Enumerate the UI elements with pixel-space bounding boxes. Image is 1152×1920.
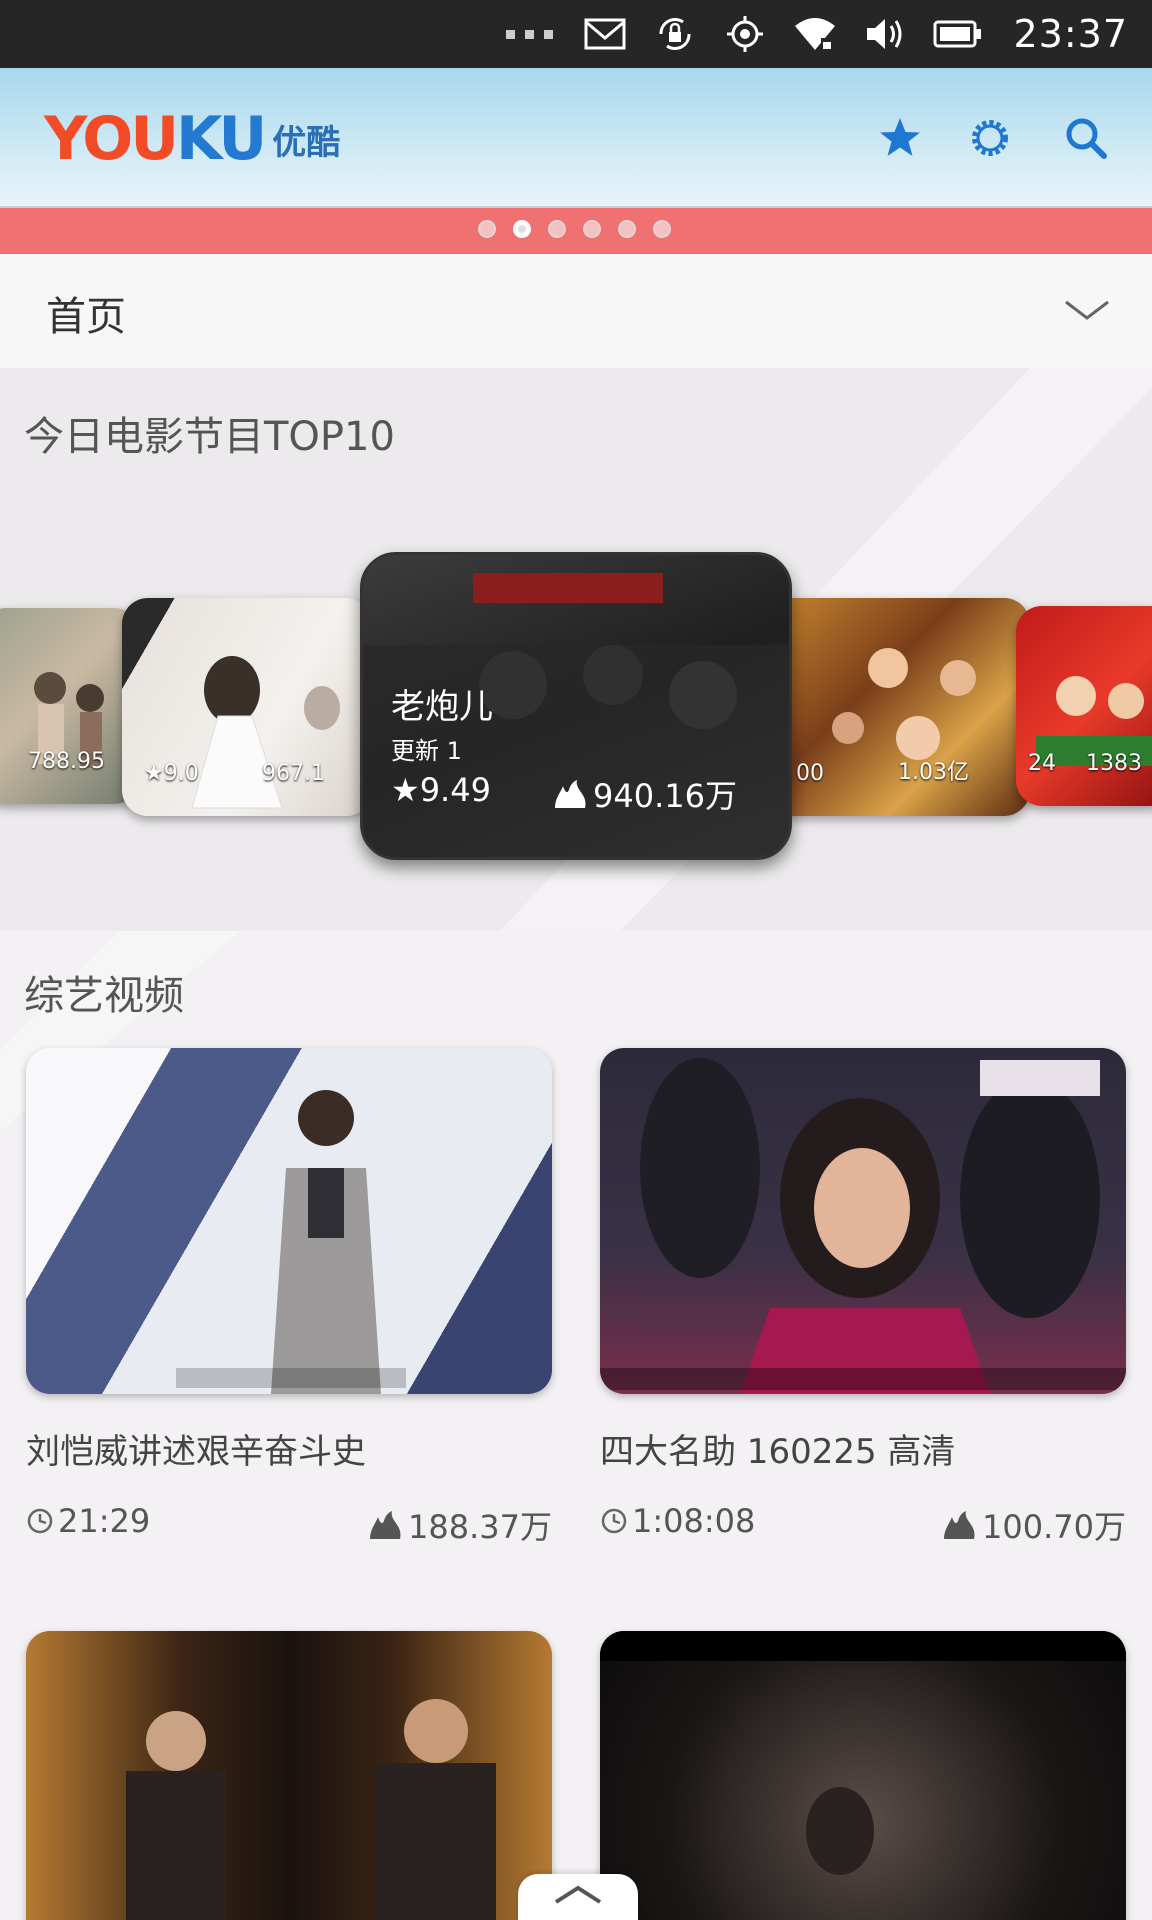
movie-poster[interactable]: 788.95 — [0, 608, 140, 804]
video-card[interactable]: 四大名助 160225 高清 1:08:08 100.70万 — [600, 1048, 1126, 1568]
pager-dot[interactable] — [618, 220, 636, 238]
screen-rotation-lock-icon — [659, 18, 691, 50]
movie-poster[interactable]: 00 1.03亿 — [768, 598, 1030, 816]
clock-icon — [27, 1508, 53, 1534]
poster-views: 967.1 — [262, 761, 325, 786]
promo-banner[interactable] — [0, 208, 1152, 254]
wifi-icon — [795, 18, 836, 50]
chevron-up-icon — [554, 1885, 602, 1904]
clock-icon — [601, 1508, 627, 1534]
video-views: 188.37万 — [408, 1508, 552, 1546]
video-views: 100.70万 — [982, 1508, 1126, 1546]
video-thumbnail[interactable] — [600, 1048, 1126, 1394]
flame-views-icon — [555, 780, 586, 808]
overflow-dots-icon — [506, 29, 554, 39]
pager-dot-active[interactable] — [513, 220, 531, 238]
flame-views-icon — [944, 1511, 975, 1539]
movie-poster[interactable]: 24 1383 — [1016, 606, 1152, 806]
video-thumbnail[interactable] — [600, 1631, 1126, 1920]
video-duration: 21:29 — [58, 1502, 151, 1540]
featured-title: 老炮儿 — [391, 687, 493, 727]
poster-views: 1383 — [1086, 751, 1142, 776]
movie-poster[interactable]: ★9.0 967.1 — [122, 598, 372, 816]
featured-movie-card[interactable]: 老炮儿 更新 1 ★9.49 940.16万 — [360, 552, 792, 860]
video-thumbnail[interactable] — [26, 1631, 552, 1920]
star-icon[interactable] — [876, 114, 924, 162]
settings-gear-icon[interactable] — [966, 114, 1014, 162]
pager-dot[interactable] — [583, 220, 601, 238]
video-thumbnail[interactable] — [26, 1048, 552, 1394]
clock: 23:37 — [1013, 12, 1128, 56]
video-duration: 1:08:08 — [632, 1502, 756, 1540]
mail-icon — [584, 18, 626, 50]
featured-update: 更新 1 — [391, 737, 462, 765]
youku-logo[interactable]: YOUKU 优酷 — [44, 109, 341, 169]
category-label: 首页 — [46, 294, 126, 340]
variety-section: 综艺视频 刘恺威讲述艰辛奋斗史 21:29 188.37万 四大名助 16022… — [0, 931, 1152, 1920]
poster-views: 1.03亿 — [898, 760, 969, 785]
video-title[interactable]: 四大名助 160225 高清 — [600, 1424, 955, 1473]
video-card[interactable]: 刘恺威讲述艰辛奋斗史 21:29 188.37万 — [26, 1048, 552, 1568]
video-title[interactable]: 刘恺威讲述艰辛奋斗史 — [26, 1424, 366, 1473]
app-header: YOUKU 优酷 — [0, 68, 1152, 208]
section-title: 今日电影节目TOP10 — [24, 414, 395, 460]
scroll-to-top-button[interactable] — [518, 1874, 638, 1920]
pager-dot[interactable] — [653, 220, 671, 238]
banner-pager[interactable] — [478, 220, 671, 238]
category-selector[interactable]: 首页 — [0, 254, 1152, 368]
flame-views-icon — [370, 1511, 401, 1539]
poster-views: 788.95 — [28, 749, 105, 774]
volume-icon — [867, 19, 902, 49]
chevron-down-icon[interactable] — [1064, 298, 1110, 324]
search-icon[interactable] — [1062, 114, 1110, 162]
featured-views: 940.16万 — [593, 777, 737, 815]
video-card[interactable] — [600, 1631, 1126, 1920]
battery-icon — [933, 20, 982, 48]
poster-views: 24 — [1028, 751, 1056, 776]
featured-rating: ★9.49 — [391, 771, 491, 809]
pager-dot[interactable] — [548, 220, 566, 238]
status-bar: 23:37 — [0, 0, 1152, 68]
section-title: 综艺视频 — [24, 973, 184, 1019]
logo-chinese: 优酷 — [272, 123, 341, 163]
video-card[interactable] — [26, 1631, 552, 1920]
poster-rating: ★9.0 — [144, 761, 199, 786]
location-icon — [727, 16, 764, 52]
poster-views: 00 — [796, 761, 824, 786]
pager-dot[interactable] — [478, 220, 496, 238]
